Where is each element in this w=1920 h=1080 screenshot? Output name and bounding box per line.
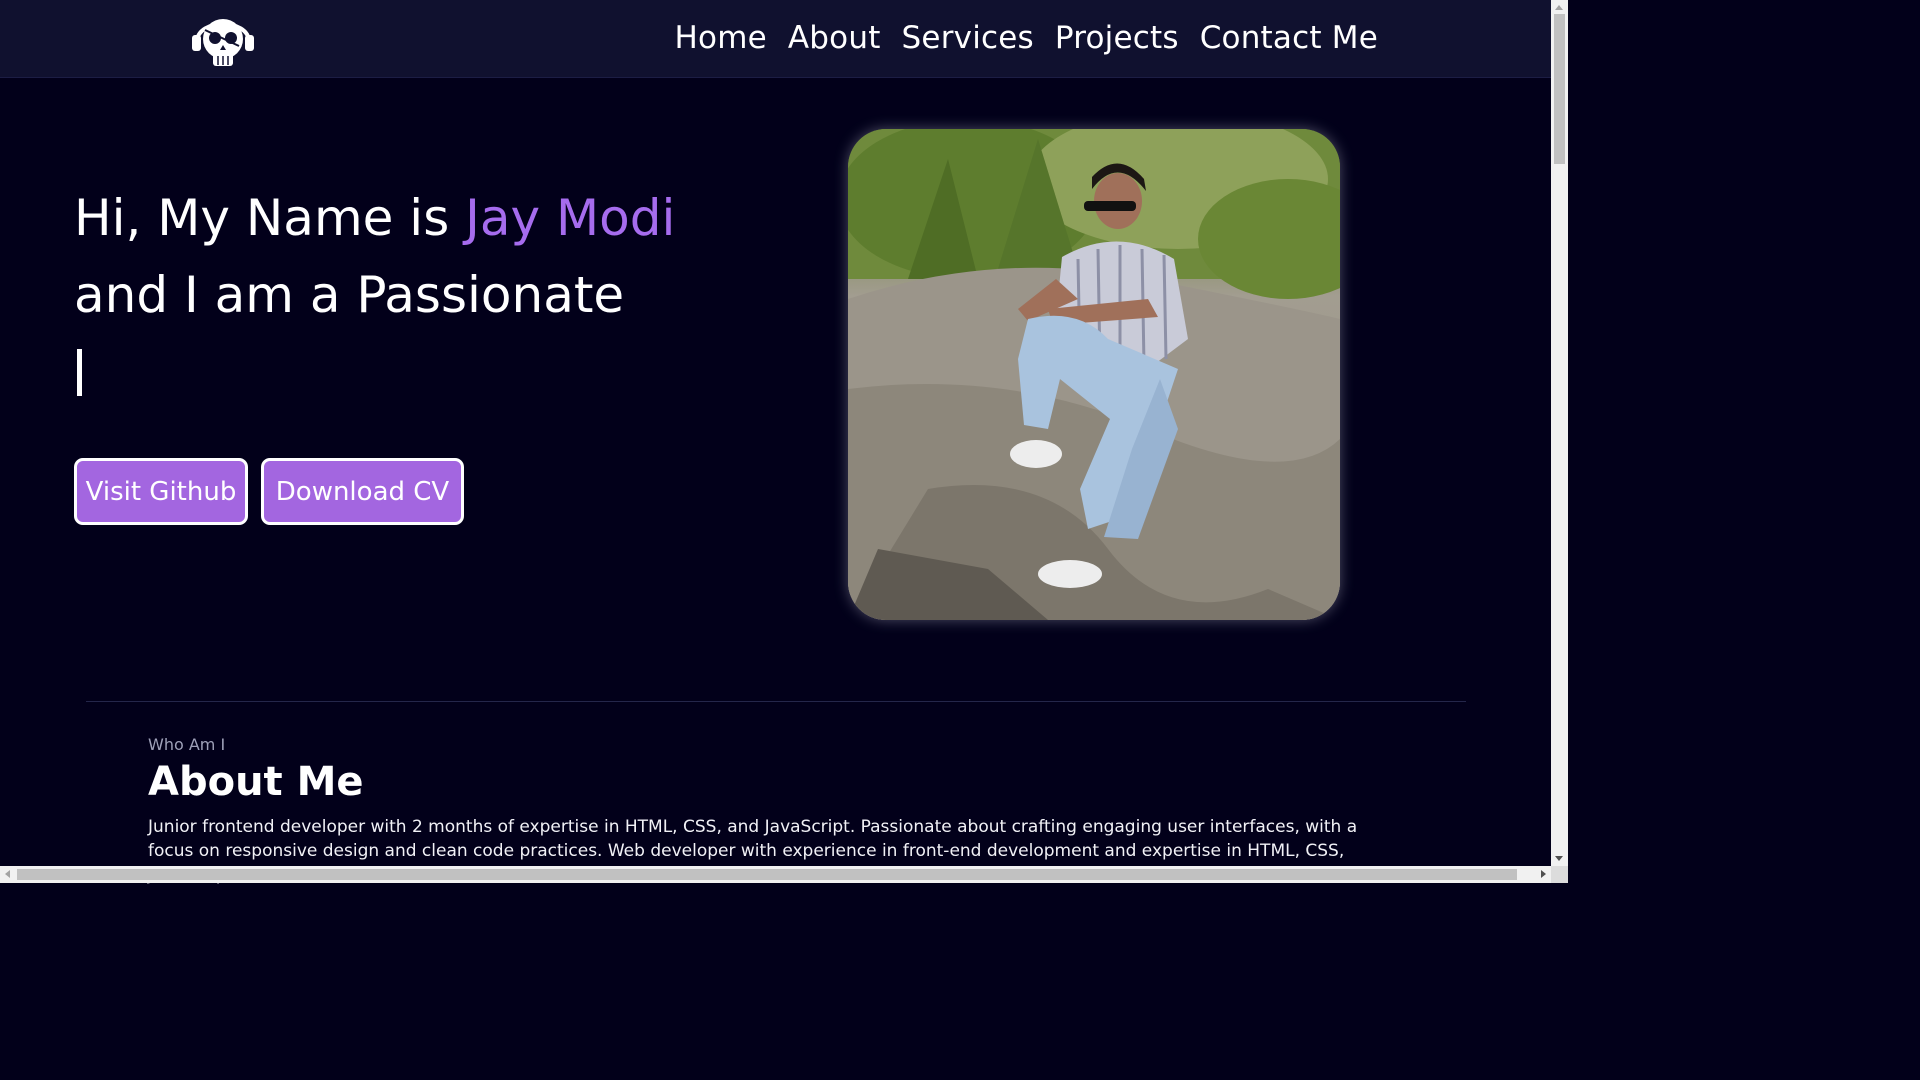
scroll-right-arrow-icon[interactable] bbox=[1541, 870, 1546, 878]
horizontal-scrollbar[interactable] bbox=[0, 866, 1551, 883]
nav-link-about[interactable]: About bbox=[788, 20, 881, 56]
vertical-scroll-thumb[interactable] bbox=[1554, 14, 1565, 164]
scroll-up-arrow-icon[interactable] bbox=[1555, 5, 1563, 10]
skull-headphones-icon[interactable] bbox=[189, 8, 257, 70]
nav-item-contact: Contact Me bbox=[1200, 16, 1378, 60]
hero-greeting: Hi, My Name is bbox=[74, 189, 466, 247]
navbar: Home About Services Projects Contact Me bbox=[0, 0, 1551, 78]
nav-item-about: About bbox=[788, 16, 881, 60]
visit-github-button[interactable]: Visit Github bbox=[74, 458, 248, 525]
scroll-left-arrow-icon[interactable] bbox=[5, 870, 10, 878]
profile-photo bbox=[848, 129, 1340, 620]
nav-links: Home About Services Projects Contact Me bbox=[675, 16, 1378, 60]
hero-title: Hi, My Name is Jay Modi and I am a Passio… bbox=[74, 180, 794, 334]
horizontal-scroll-thumb[interactable] bbox=[17, 869, 1517, 880]
download-cv-button[interactable]: Download CV bbox=[261, 458, 464, 525]
scroll-down-arrow-icon[interactable] bbox=[1555, 856, 1563, 861]
nav-link-projects[interactable]: Projects bbox=[1055, 20, 1179, 56]
about-subtitle: Who Am I bbox=[148, 735, 226, 754]
nav-link-home[interactable]: Home bbox=[675, 20, 767, 56]
hero-name: Jay Modi bbox=[465, 189, 676, 247]
about-title: About Me bbox=[148, 759, 364, 805]
nav-item-home: Home bbox=[675, 16, 767, 60]
vertical-scrollbar[interactable] bbox=[1551, 0, 1568, 866]
scrollbar-corner bbox=[1551, 866, 1568, 883]
nav-item-projects: Projects bbox=[1055, 16, 1179, 60]
section-divider bbox=[86, 701, 1466, 702]
typing-cursor bbox=[77, 349, 82, 396]
nav-link-services[interactable]: Services bbox=[902, 20, 1034, 56]
nav-link-contact[interactable]: Contact Me bbox=[1200, 20, 1378, 56]
nav-item-services: Services bbox=[902, 16, 1034, 60]
hero-line2: and I am a Passionate bbox=[74, 266, 625, 324]
